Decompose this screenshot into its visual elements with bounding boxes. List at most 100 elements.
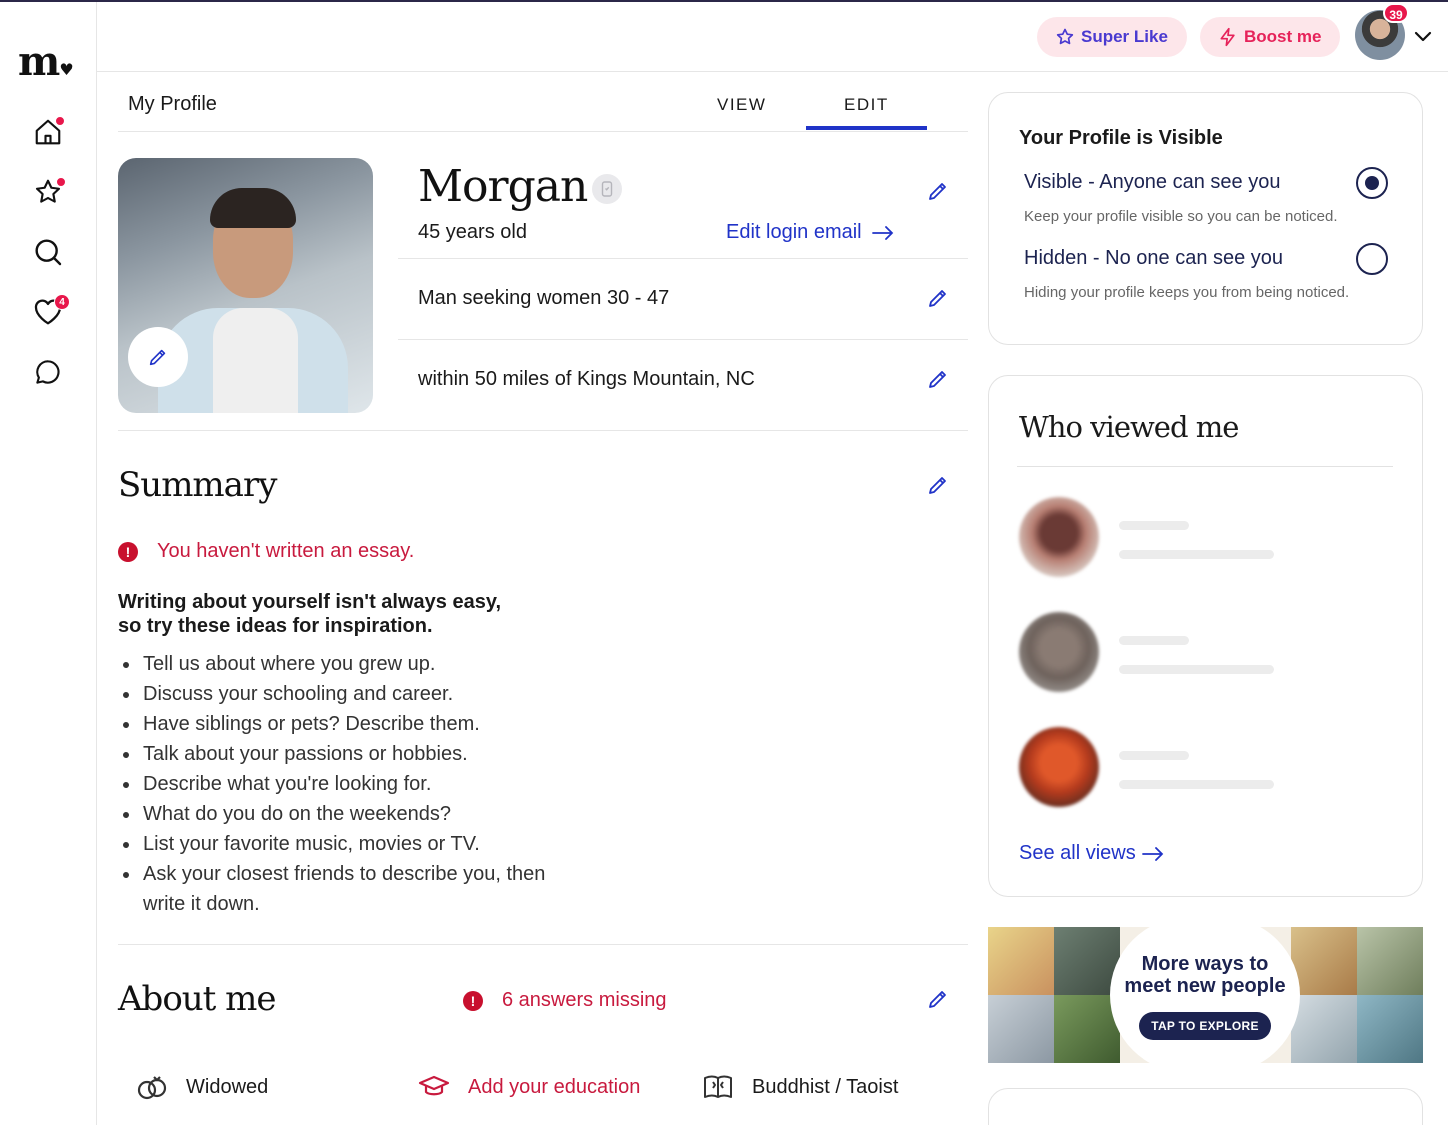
profile-subnav: My Profile VIEW EDIT	[118, 73, 968, 132]
add-education-link[interactable]: Add your education	[418, 1071, 640, 1103]
essay-tips-list: Tell us about where you grew up. Discuss…	[123, 649, 563, 919]
nav-matches[interactable]: 4	[28, 292, 70, 332]
matches-count-badge: 4	[54, 294, 70, 310]
chevron-down-icon[interactable]	[1411, 24, 1435, 48]
divider	[1017, 466, 1393, 467]
rings-icon	[136, 1071, 168, 1103]
tab-edit[interactable]: EDIT	[844, 95, 889, 115]
boost-label: Boost me	[1244, 27, 1322, 46]
divider	[118, 944, 968, 945]
viewer-detail-placeholder	[1119, 780, 1274, 789]
viewer-name-placeholder	[1119, 751, 1189, 760]
lightning-icon	[1220, 27, 1235, 47]
divider	[398, 339, 968, 340]
alert-icon: !	[118, 541, 138, 562]
promo-photo	[988, 995, 1054, 1063]
visibility-card: Your Profile is Visible Visible - Anyone…	[988, 92, 1423, 345]
edit-seeking-pencil-icon[interactable]	[926, 286, 950, 310]
nav-likes[interactable]	[28, 172, 68, 212]
about-religion: Buddhist / Taoist	[702, 1071, 898, 1103]
verification-badge[interactable]	[592, 174, 622, 204]
edit-summary-pencil-icon[interactable]	[926, 473, 950, 497]
hidden-option-desc: Hiding your profile keeps you from being…	[1024, 284, 1350, 301]
list-item: What do you do on the weekends?	[123, 799, 563, 829]
visible-radio[interactable]	[1356, 167, 1388, 199]
tab-view[interactable]: VIEW	[717, 95, 766, 115]
edit-about-pencil-icon[interactable]	[926, 987, 950, 1011]
graduation-cap-icon	[418, 1071, 450, 1103]
viewer-name-placeholder	[1119, 521, 1189, 530]
viewer-detail-placeholder	[1119, 665, 1274, 674]
summary-heading: Summary	[118, 465, 277, 505]
who-viewed-title: Who viewed me	[1019, 410, 1239, 444]
super-like-button[interactable]: Super Like	[1037, 17, 1187, 57]
profile-photo[interactable]	[118, 158, 373, 413]
search-icon	[35, 239, 62, 266]
list-item: Talk about your passions or hobbies.	[123, 739, 563, 769]
edit-location-pencil-icon[interactable]	[926, 367, 950, 391]
list-item: Ask your closest friends to describe you…	[123, 859, 563, 919]
phone-verify-icon	[601, 181, 613, 197]
explore-promo-banner[interactable]: More ways to meet new people TAP TO EXPL…	[988, 927, 1423, 1063]
arrow-right-icon	[1141, 846, 1163, 861]
home-notification-dot	[55, 116, 65, 126]
list-item: Tell us about where you grew up.	[123, 649, 563, 679]
arrow-right-icon	[871, 225, 893, 240]
visible-option-label[interactable]: Visible - Anyone can see you	[1024, 171, 1280, 194]
promo-photo	[988, 927, 1054, 995]
viewer-avatar[interactable]	[1019, 497, 1099, 577]
edit-login-email-link[interactable]: Edit login email	[726, 221, 894, 244]
app-logo[interactable]: m♥	[18, 42, 74, 90]
boost-button[interactable]: Boost me	[1200, 17, 1341, 57]
visible-option-desc: Keep your profile visible so you can be …	[1024, 208, 1338, 225]
hidden-radio[interactable]	[1356, 243, 1388, 275]
promo-photo	[1291, 995, 1357, 1063]
super-like-label: Super Like	[1081, 27, 1168, 46]
next-card	[988, 1088, 1423, 1125]
chat-icon	[36, 360, 60, 384]
profile-main: My Profile VIEW EDIT Morgan 45 years old…	[118, 73, 968, 1125]
list-item: Have siblings or pets? Describe them.	[123, 709, 563, 739]
likes-notification-dot	[56, 177, 66, 187]
promo-photo	[1357, 927, 1423, 995]
viewer-avatar[interactable]	[1019, 727, 1099, 807]
alert-icon: !	[463, 990, 483, 1011]
tap-to-explore-button[interactable]: TAP TO EXPLORE	[1139, 1012, 1271, 1040]
promo-photo	[1357, 995, 1423, 1063]
promo-headline: More ways to meet new people	[1124, 953, 1286, 997]
nav-home[interactable]	[28, 112, 68, 152]
promo-photo	[1291, 927, 1357, 995]
notification-count-badge: 39	[1383, 3, 1409, 23]
top-header: Super Like Boost me 39	[97, 2, 1448, 72]
list-item: List your favorite music, movies or TV.	[123, 829, 563, 859]
viewer-name-placeholder	[1119, 636, 1189, 645]
nav-search[interactable]	[28, 232, 68, 272]
answers-missing-warning[interactable]: ! 6 answers missing	[463, 989, 667, 1012]
page-title: My Profile	[128, 93, 217, 115]
divider	[118, 430, 968, 431]
inspiration-heading: Writing about yourself isn't always easy…	[118, 591, 502, 637]
list-item: Discuss your schooling and career.	[123, 679, 563, 709]
location-preference: within 50 miles of Kings Mountain, NC	[418, 368, 755, 390]
seeking-preference: Man seeking women 30 - 47	[418, 287, 670, 309]
viewer-detail-placeholder	[1119, 550, 1274, 559]
profile-age: 45 years old	[418, 221, 527, 243]
essay-warning: ! You haven't written an essay.	[118, 540, 414, 563]
profile-name: Morgan	[418, 161, 588, 212]
left-nav-rail: m♥ 4	[0, 2, 97, 1125]
about-me-heading: About me	[118, 979, 277, 1019]
hidden-option-label[interactable]: Hidden - No one can see you	[1024, 247, 1283, 270]
photo-edit-button[interactable]	[128, 327, 188, 387]
star-outline-icon	[1056, 28, 1074, 45]
divider	[398, 258, 968, 259]
pencil-icon	[149, 349, 166, 366]
see-all-views-link[interactable]: See all views	[1019, 842, 1164, 865]
active-tab-indicator	[806, 126, 927, 130]
list-item: Describe what you're looking for.	[123, 769, 563, 799]
nav-messages[interactable]	[28, 352, 68, 392]
book-icon	[702, 1071, 734, 1103]
edit-name-pencil-icon[interactable]	[926, 179, 950, 203]
who-viewed-card: Who viewed me See all views	[988, 375, 1423, 897]
viewer-avatar[interactable]	[1019, 612, 1099, 692]
visibility-title: Your Profile is Visible	[1019, 127, 1223, 149]
